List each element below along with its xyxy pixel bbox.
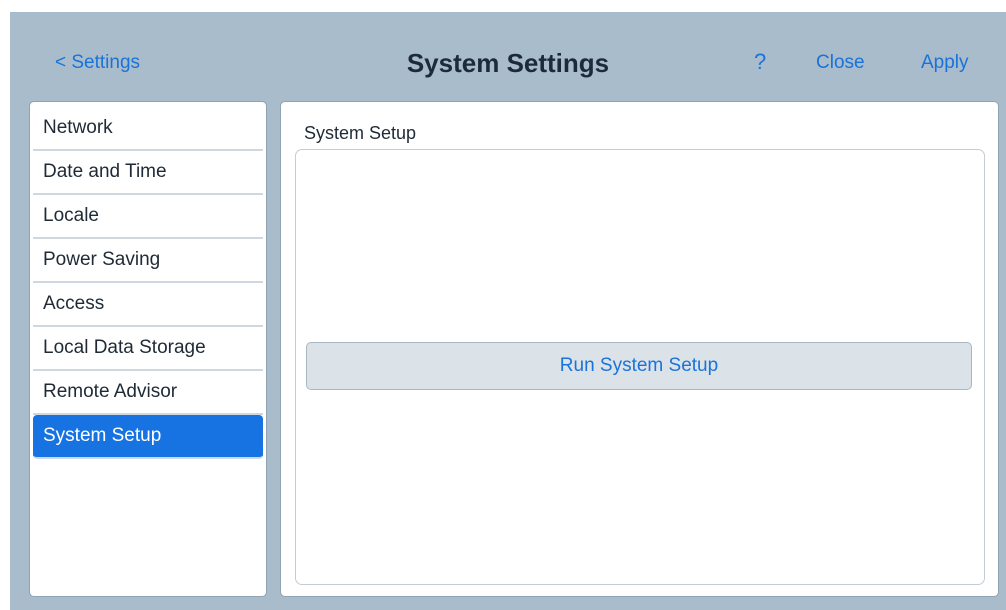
sidebar-item-local-data-storage[interactable]: Local Data Storage — [33, 327, 263, 371]
sidebar-item-system-setup[interactable]: System Setup — [33, 415, 263, 459]
close-button[interactable]: Close — [816, 52, 865, 74]
section-title: System Setup — [304, 123, 417, 143]
settings-sidebar: Network Date and Time Locale Power Savin… — [29, 101, 267, 597]
settings-window: < Settings System Settings ? Close Apply… — [10, 12, 1006, 610]
sidebar-item-locale[interactable]: Locale — [33, 195, 263, 239]
help-icon[interactable]: ? — [754, 49, 766, 75]
apply-button[interactable]: Apply — [921, 52, 969, 74]
sidebar-item-network[interactable]: Network — [33, 107, 263, 151]
sidebar-item-power-saving[interactable]: Power Saving — [33, 239, 263, 283]
run-system-setup-button[interactable]: Run System Setup — [306, 342, 972, 390]
main-panel: System Setup Run System Setup — [280, 101, 999, 597]
back-to-settings-link[interactable]: < Settings — [55, 52, 140, 74]
sidebar-item-date-and-time[interactable]: Date and Time — [33, 151, 263, 195]
sidebar-item-remote-advisor[interactable]: Remote Advisor — [33, 371, 263, 415]
sidebar-item-access[interactable]: Access — [33, 283, 263, 327]
system-setup-group: Run System Setup — [295, 149, 985, 585]
header-bar: < Settings System Settings ? Close Apply — [10, 12, 1006, 100]
